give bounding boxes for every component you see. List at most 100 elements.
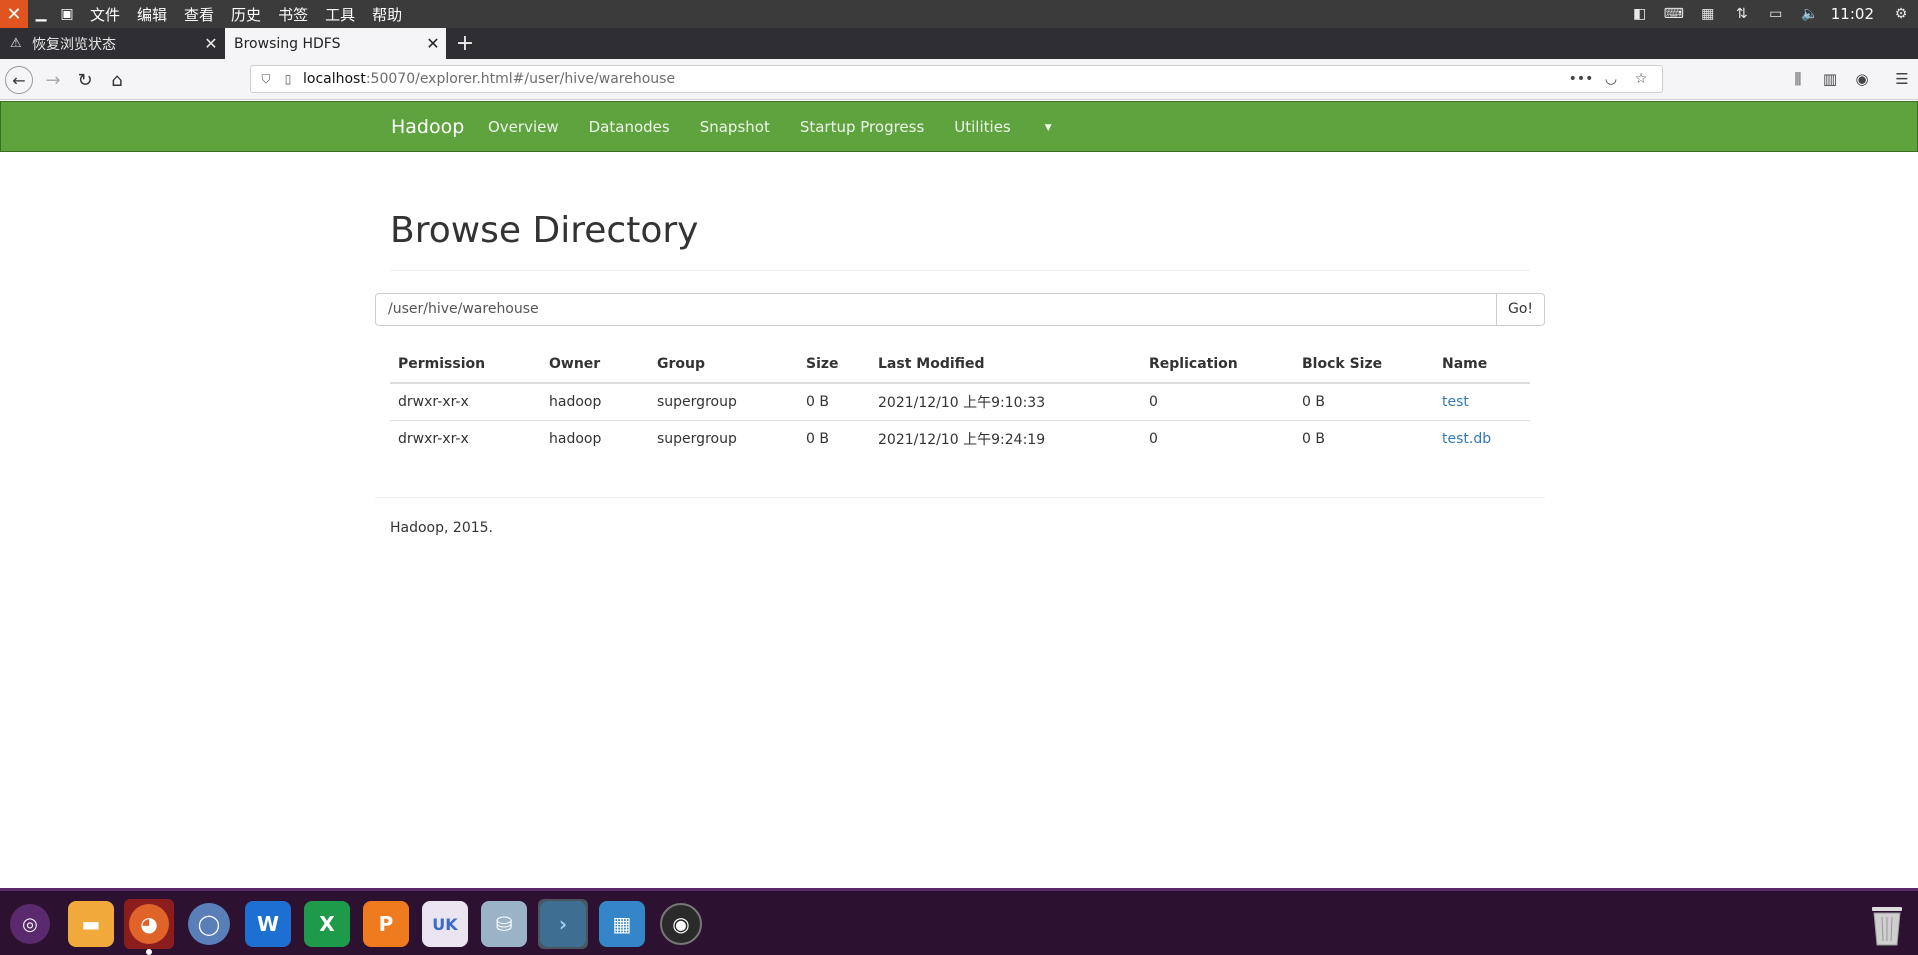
footer-divider <box>375 497 1545 498</box>
app-menu: 文件 编辑 查看 历史 书签 工具 帮助 <box>90 4 419 25</box>
menu-help[interactable]: 帮助 <box>372 4 402 25</box>
cell-permission: drwxr-xr-x <box>390 419 541 457</box>
cell-owner: hadoop <box>541 419 649 457</box>
tab-restore-session[interactable]: ⚠ 恢复浏览状态 ✕ <box>0 28 224 59</box>
nav-overview[interactable]: Overview <box>488 118 559 136</box>
ubuntu-launcher-icon[interactable]: ◎ <box>5 899 55 949</box>
page-info-icon[interactable]: ▯ <box>277 72 299 86</box>
disc-burner-icon[interactable]: ◉ <box>656 899 706 949</box>
cell-group: supergroup <box>657 393 737 410</box>
cell-name: test.db <box>1434 419 1530 457</box>
close-tab-icon[interactable]: ✕ <box>198 34 224 53</box>
nav-utilities[interactable]: Utilities ▼ <box>954 118 1081 136</box>
trash-icon[interactable] <box>1868 901 1906 947</box>
chromium-icon[interactable]: ◯ <box>184 899 234 949</box>
maximize-window-button[interactable]: ▣ <box>54 0 80 28</box>
table-header-row: Permission Owner Group Size Last Modifie… <box>390 345 1530 384</box>
forward-button[interactable]: → <box>40 67 66 93</box>
warning-icon: ⚠ <box>10 36 22 51</box>
cell-permission: drwxr-xr-x <box>398 393 469 410</box>
directory-path-input[interactable]: /user/hive/warehouse <box>375 293 1497 326</box>
footer-text: Hadoop, 2015. <box>390 520 493 536</box>
go-button[interactable]: Go! <box>1496 293 1545 326</box>
window-manager-icon[interactable]: ▦ <box>597 899 647 949</box>
calendar-icon[interactable]: ▦ <box>1691 6 1725 22</box>
pocket-icon[interactable]: ◡ <box>1596 71 1626 87</box>
caret-down-icon: ▼ <box>1044 122 1052 133</box>
file-link-test-db[interactable]: test.db <box>1442 431 1491 447</box>
clock[interactable]: 11:02 <box>1831 5 1874 23</box>
library-icon[interactable]: ⫼ <box>1782 70 1814 88</box>
battery-icon[interactable]: ▭ <box>1759 6 1793 22</box>
running-indicator <box>146 949 152 955</box>
tab-browsing-hdfs[interactable]: Browsing HDFS ✕ <box>225 28 446 59</box>
col-header-size[interactable]: Size <box>798 345 870 384</box>
page-actions-icon[interactable]: ••• <box>1566 71 1596 87</box>
cell-size: 0 B <box>798 419 870 457</box>
cell-last-modified: 2021/12/10 上午9:24:19 <box>870 419 1141 457</box>
firefox-icon[interactable]: ◕ <box>124 899 174 955</box>
cell-block-size: 0 B <box>1294 419 1434 457</box>
url-path: :50070/explorer.html#/user/hive/warehous… <box>365 71 676 87</box>
url-bar[interactable]: ⛉ ▯ localhost:50070/explorer.html#/user/… <box>250 65 1663 93</box>
col-header-group[interactable]: Group <box>649 345 798 384</box>
col-header-owner[interactable]: Owner <box>541 345 649 384</box>
taskbar-dock: ◎ ▬ ◕ ◯ W X P UK ⛁ › ▦ ◉ <box>0 888 1918 955</box>
reload-button[interactable]: ↻ <box>72 67 98 93</box>
terminal-app-icon[interactable]: › <box>538 899 588 949</box>
software-center-icon[interactable]: UK <box>420 899 470 949</box>
col-header-permission[interactable]: Permission <box>390 345 541 384</box>
hadoop-navbar: Hadoop Overview Datanodes Snapshot Start… <box>0 101 1918 152</box>
col-header-name[interactable]: Name <box>1434 345 1530 384</box>
word-processor-icon[interactable]: W <box>243 899 293 949</box>
url-host: localhost <box>303 71 366 87</box>
nav-utilities-label: Utilities <box>954 118 1011 136</box>
menu-file[interactable]: 文件 <box>90 4 120 25</box>
transfer-arrows-icon[interactable]: ⇅ <box>1725 6 1759 22</box>
file-link-test[interactable]: test <box>1442 394 1469 410</box>
new-tab-button[interactable]: + <box>452 28 478 59</box>
col-header-last-modified[interactable]: Last Modified <box>870 345 1141 384</box>
menu-view[interactable]: 查看 <box>184 4 214 25</box>
nav-startup-progress[interactable]: Startup Progress <box>800 118 924 136</box>
system-tray: ◧ ⌨ ▦ ⇅ ▭ 🔈 11:02 ⚙ <box>1623 0 1918 28</box>
volume-icon[interactable]: 🔈 <box>1793 6 1827 22</box>
presentation-icon[interactable]: P <box>361 899 411 949</box>
cell-block-size: 0 B <box>1302 393 1325 410</box>
bookmark-star-icon[interactable]: ☆ <box>1626 71 1656 87</box>
menu-tools[interactable]: 工具 <box>325 4 355 25</box>
close-tab-icon[interactable]: ✕ <box>420 34 446 53</box>
table-row: drwxr-xr-x hadoop supergroup 0 B 2021/12… <box>390 419 1530 457</box>
cell-group: supergroup <box>649 419 798 457</box>
files-folder-icon[interactable]: ▬ <box>66 899 116 949</box>
sidebar-icon[interactable]: ▥ <box>1814 70 1846 88</box>
cell-size: 0 B <box>806 393 829 410</box>
menu-history[interactable]: 历史 <box>231 4 261 25</box>
keyboard-icon[interactable]: ⌨ <box>1657 6 1691 22</box>
network-indicator-icon[interactable]: ◧ <box>1623 6 1657 22</box>
back-button[interactable]: ← <box>5 66 33 94</box>
page-title: Browse Directory <box>390 210 699 251</box>
cell-last-modified: 2021/12/10 上午9:10:33 <box>878 394 1046 411</box>
file-table: Permission Owner Group Size Last Modifie… <box>390 345 1530 457</box>
menu-bookmarks[interactable]: 书签 <box>278 4 308 25</box>
tab-title: 恢复浏览状态 <box>32 36 116 53</box>
nav-datanodes[interactable]: Datanodes <box>589 118 670 136</box>
disk-utility-icon[interactable]: ⛁ <box>479 899 529 949</box>
table-row: drwxr-xr-x hadoop supergroup 0 B 2021/12… <box>390 383 1530 420</box>
nav-snapshot[interactable]: Snapshot <box>700 118 770 136</box>
cell-name: test <box>1434 383 1530 420</box>
hamburger-menu-icon[interactable]: ☰ <box>1886 70 1918 88</box>
menu-edit[interactable]: 编辑 <box>137 4 167 25</box>
browser-nav-bar: ← → ↻ ⌂ ⛉ ▯ localhost:50070/explorer.htm… <box>0 59 1918 100</box>
home-button[interactable]: ⌂ <box>104 67 130 93</box>
close-window-button[interactable]: ✕ <box>0 0 28 28</box>
hadoop-brand[interactable]: Hadoop <box>391 116 464 138</box>
shield-icon[interactable]: ⛉ <box>255 72 277 87</box>
minimize-window-button[interactable]: ▁ <box>28 0 54 28</box>
settings-gear-icon[interactable]: ⚙ <box>1884 6 1918 22</box>
account-icon[interactable]: ◉ <box>1846 70 1878 88</box>
spreadsheet-icon[interactable]: X <box>302 899 352 949</box>
col-header-block-size[interactable]: Block Size <box>1294 345 1434 384</box>
col-header-replication[interactable]: Replication <box>1141 345 1294 384</box>
